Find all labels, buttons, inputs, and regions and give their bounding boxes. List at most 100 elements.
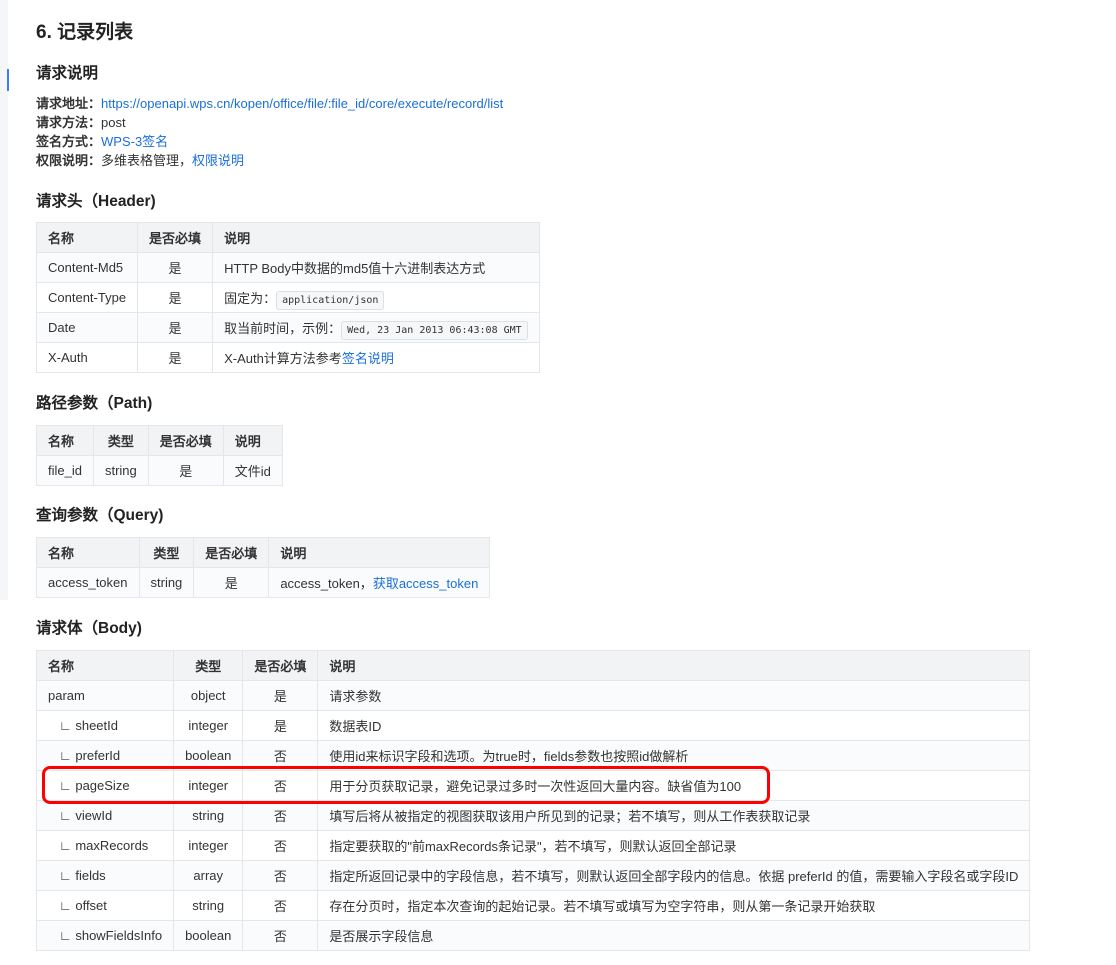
description-cell: HTTP Body中数据的md5值十六进制表达方式 [212,252,540,283]
required-cell: 否 [242,920,319,951]
description-text: access_token， [280,576,373,591]
description-text: 使用id来标识字段和选项。为true时，fields参数也按照id做解析 [329,749,689,764]
type-cell: string [138,567,195,598]
description-cell: 请求参数 [317,680,1031,711]
param-name: X-Auth [35,342,139,373]
required-cell: 否 [242,830,319,861]
table-row: ∟ preferId boolean 否使用id来标识字段和选项。为true时，fi… [35,740,1031,771]
request-info: 请求地址：https://openapi.wps.cn/kopen/office… [36,94,503,170]
table-row: ∟ showFieldsInfo boolean 否是否展示字段信息 [35,920,1031,951]
type-cell: object [173,680,244,711]
type-cell: integer [173,770,244,801]
param-name: ∟ maxRecords [35,830,175,861]
required-cell: 否 [242,800,319,831]
param-name: ∟ viewId [35,800,175,831]
table-row: file_id string 是文件id [36,455,283,486]
table-header-row: 名称 类型 是否必填 说明 [36,425,283,456]
description-text: 存在分页时，指定本次查询的起始记录。若不填写或填写为空字符串，则从第一条记录开始… [329,899,876,914]
info-label: 签名方式： [36,134,102,149]
table-header-row: 名称 类型 是否必填 说明 [36,537,491,568]
sign-method-link[interactable]: WPS-3签名 [101,134,168,149]
column-header: 类型 [173,650,244,681]
body-params-table: 名称 类型 是否必填 说明 param object 是请求参数 ∟ sheetId integ… [35,650,1031,951]
header-heading: 请求头（Header) [36,193,156,210]
description-cell: 填写后将从被指定的视图获取该用户所见到的记录；若不填写，则从工作表获取记录 [317,800,1031,831]
type-cell: integer [173,830,244,861]
table-header-row: 名称 是否必填 说明 [35,222,540,253]
param-name: Date [35,312,139,343]
toc-active-indicator [7,69,9,91]
path-heading: 路径参数（Path) [36,395,153,412]
info-label: 请求方法： [36,115,102,130]
query-params-table: 名称 类型 是否必填 说明 access_token string 是 access_toke… [36,537,491,598]
description-link[interactable]: 获取access_token [373,576,479,591]
column-header: 名称 [35,650,175,681]
body-heading: 请求体（Body) [36,620,142,637]
table-row: ∟ maxRecords integer 否指定要获取的"前maxRecords条记… [35,830,1031,861]
table-row: param object 是请求参数 [35,680,1031,711]
description-text: 是否展示字段信息 [329,929,434,944]
code-snippet: application/json [276,291,385,310]
required-cell: 是 [137,282,214,313]
column-header: 说明 [212,222,540,253]
param-name: ∟ preferId [35,740,175,771]
type-cell: string [173,890,244,921]
info-url: 请求地址：https://openapi.wps.cn/kopen/office… [36,94,503,113]
description-text: 取当前时间，示例： [224,321,342,336]
required-cell: 否 [242,860,319,891]
required-cell: 否 [242,770,319,801]
description-cell: 固定为： application/json [212,282,540,313]
column-header: 是否必填 [137,222,214,253]
description-text: 文件id [234,464,271,479]
param-name: Content-Type [35,282,139,313]
table-row: ∟ fields array 否指定所返回记录中的字段信息，若不填写，则默认返回全部… [35,860,1031,891]
table-header-row: 名称 类型 是否必填 说明 [35,650,1031,681]
page-title: 6. 记录列表 [36,22,134,43]
description-cell: 指定要获取的"前maxRecords条记录"，若不填写，则默认返回全部记录 [317,830,1031,861]
table-row: Date 是取当前时间，示例： Wed, 23 Jan 2013 06:43:08 … [35,312,540,343]
api-url-link[interactable]: https://openapi.wps.cn/kopen/office/file… [101,96,503,111]
column-header: 名称 [36,425,94,456]
param-name: access_token [36,567,140,598]
info-label: 权限说明： [36,153,102,168]
description-text: 数据表ID [329,719,382,734]
column-header: 说明 [317,650,1031,681]
required-cell: 是 [242,680,319,711]
table-row: ∟ viewId string 否填写后将从被指定的视图获取该用户所见到的记录；若不… [35,800,1031,831]
type-cell: array [173,860,244,891]
type-cell: string [92,455,149,486]
description-text: HTTP Body中数据的md5值十六进制表达方式 [224,261,486,276]
type-cell: integer [173,710,244,741]
param-name: ∟ showFieldsInfo [35,920,175,951]
description-text: 指定要获取的"前maxRecords条记录"，若不填写，则默认返回全部记录 [329,839,737,854]
request-desc-heading: 请求说明 [36,65,99,82]
column-header: 类型 [138,537,195,568]
column-header: 是否必填 [147,425,224,456]
table-row: access_token string 是 access_token，获取access… [36,567,491,598]
param-name: ∟ offset [35,890,175,921]
table-row: ∟ pageSize integer 否用于分页获取记录，避免记录过多时一次性返回大… [35,770,1031,801]
query-heading: 查询参数（Query) [36,507,164,524]
param-name: Content-Md5 [35,252,139,283]
column-header: 类型 [92,425,149,456]
type-cell: boolean [173,920,244,951]
required-cell: 是 [147,455,224,486]
description-text: 填写后将从被指定的视图获取该用户所见到的记录；若不填写，则从工作表获取记录 [329,809,811,824]
description-cell: access_token，获取access_token [268,567,491,598]
type-cell: string [173,800,244,831]
description-cell: 是否展示字段信息 [317,920,1031,951]
required-cell: 否 [242,890,319,921]
column-header: 说明 [222,425,283,456]
param-name: file_id [36,455,94,486]
param-name: ∟ sheetId [35,710,175,741]
description-cell: 文件id [222,455,283,486]
required-cell: 是 [242,710,319,741]
required-cell: 否 [242,740,319,771]
table-row: ∟ sheetId integer 是数据表ID [35,710,1031,741]
column-header: 名称 [35,222,139,253]
code-snippet: Wed, 23 Jan 2013 06:43:08 GMT [341,321,528,340]
description-link[interactable]: 签名说明 [342,351,394,366]
info-permission: 权限说明：多维表格管理，权限说明 [36,151,503,170]
param-name: ∟ fields [35,860,175,891]
permission-link[interactable]: 权限说明 [192,153,244,168]
